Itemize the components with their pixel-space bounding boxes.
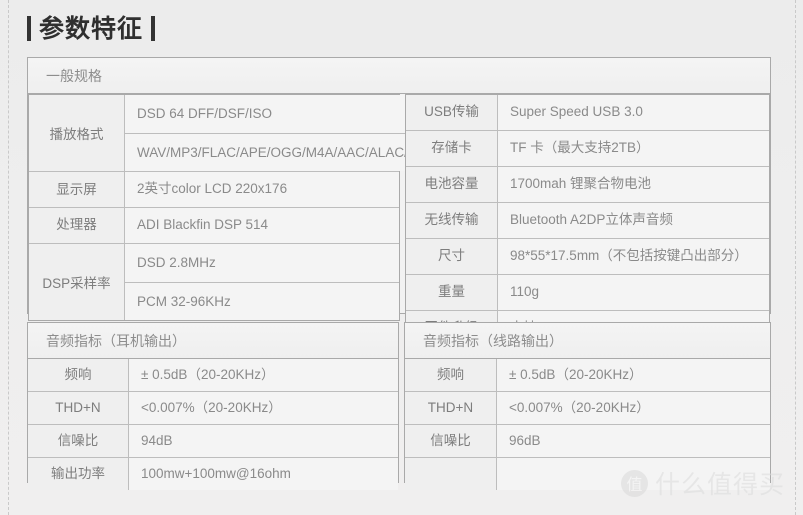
table-row: DSP采样率 DSD 2.8MHz PCM 32-96KHz (29, 244, 399, 321)
row-value: <0.007%（20-20KHz） (129, 392, 398, 424)
row-value: 110g (498, 274, 769, 310)
table-row: USB传输 Super Speed USB 3.0 (406, 95, 769, 131)
title-bar-right (151, 15, 156, 41)
general-spec-block: 一般规格 播放格式 DSD 64 DFF/DSF/ISO WAV/MP3/FLA… (27, 57, 771, 347)
row-label: 尺寸 (406, 238, 498, 274)
row-label: 存储卡 (406, 130, 498, 166)
row-label: 输出功率 (28, 458, 129, 490)
row-value: PCM 32-96KHz (125, 282, 399, 321)
general-right-table: USB传输 Super Speed USB 3.0 存储卡 TF 卡（最大支持2… (405, 94, 770, 347)
row-values: DSD 2.8MHz PCM 32-96KHz (125, 244, 399, 321)
row-label: 播放格式 (29, 95, 125, 172)
row-label: 信噪比 (405, 425, 497, 457)
row-label: 频响 (28, 359, 129, 391)
audio-headphone-table: 频响 ± 0.5dB（20-20KHz） THD+N <0.007%（20-20… (28, 359, 398, 490)
table-row: 显示屏 2英寸color LCD 220x176 (29, 172, 399, 209)
row-label: 重量 (406, 274, 498, 310)
general-left-table: 播放格式 DSD 64 DFF/DSF/ISO WAV/MP3/FLAC/APE… (28, 94, 447, 322)
row-value: <0.007%（20-20KHz） (497, 392, 770, 424)
page-guide-right (795, 0, 796, 515)
table-row: 处理器 ADI Blackfin DSP 514 (29, 208, 399, 245)
row-label (405, 458, 497, 490)
row-value: 96dB (497, 425, 770, 457)
table-row (405, 458, 770, 490)
row-value: DSD 64 DFF/DSF/ISO (125, 95, 447, 134)
row-label: THD+N (405, 392, 497, 424)
row-label: 信噪比 (28, 425, 129, 457)
row-value: 100mw+100mw@16ohm (129, 458, 398, 490)
table-row: 无线传输 Bluetooth A2DP立体声音频 (406, 202, 769, 239)
row-label: 电池容量 (406, 166, 498, 202)
row-value: 2英寸color LCD 220x176 (125, 172, 399, 208)
table-row: 重量 110g (406, 274, 769, 311)
table-row: 信噪比 96dB (405, 425, 770, 458)
table-row: 播放格式 DSD 64 DFF/DSF/ISO WAV/MP3/FLAC/APE… (29, 95, 447, 173)
row-value: Bluetooth A2DP立体声音频 (498, 202, 769, 238)
row-label: USB传输 (406, 95, 498, 130)
table-row: THD+N <0.007%（20-20KHz） (405, 392, 770, 425)
row-label: DSP采样率 (29, 244, 125, 321)
row-values: DSD 64 DFF/DSF/ISO WAV/MP3/FLAC/APE/OGG/… (125, 95, 447, 172)
audio-lineout-block: 音频指标（线路输出） 频响 ± 0.5dB（20-20KHz） THD+N <0… (404, 322, 771, 490)
table-row: THD+N <0.007%（20-20KHz） (28, 392, 398, 425)
row-value: ADI Blackfin DSP 514 (125, 208, 399, 244)
page-title-text: 参数特征 (39, 13, 144, 43)
table-row: 频响 ± 0.5dB（20-20KHz） (28, 359, 398, 392)
row-label: 显示屏 (29, 172, 125, 208)
general-columns: 播放格式 DSD 64 DFF/DSF/ISO WAV/MP3/FLAC/APE… (28, 94, 770, 347)
row-value: WAV/MP3/FLAC/APE/OGG/M4A/AAC/ALAC/CUE (125, 133, 447, 172)
row-value: TF 卡（最大支持2TB） (498, 130, 769, 166)
table-row: 信噪比 94dB (28, 425, 398, 458)
audio-headphone-section-header: 音频指标（耳机输出） (28, 323, 398, 359)
table-row: 存储卡 TF 卡（最大支持2TB） (406, 130, 769, 167)
table-row: 输出功率 100mw+100mw@16ohm (28, 458, 398, 490)
row-value: 94dB (129, 425, 398, 457)
audio-headphone-block: 音频指标（耳机输出） 频响 ± 0.5dB（20-20KHz） THD+N <0… (27, 322, 399, 490)
page-title: 参数特征 (27, 8, 156, 48)
general-right-column: USB传输 Super Speed USB 3.0 存储卡 TF 卡（最大支持2… (405, 94, 770, 347)
row-value: ± 0.5dB（20-20KHz） (129, 359, 398, 391)
row-value: ± 0.5dB（20-20KHz） (497, 359, 770, 391)
table-row: 频响 ± 0.5dB（20-20KHz） (405, 359, 770, 392)
row-value: 1700mah 锂聚合物电池 (498, 166, 769, 202)
audio-lineout-section-header: 音频指标（线路输出） (405, 323, 770, 359)
row-label: 频响 (405, 359, 497, 391)
general-left-column: 播放格式 DSD 64 DFF/DSF/ISO WAV/MP3/FLAC/APE… (28, 94, 447, 322)
general-section-header: 一般规格 (28, 58, 770, 94)
page-guide-left (8, 0, 9, 515)
table-row: 电池容量 1700mah 锂聚合物电池 (406, 166, 769, 203)
row-value: Super Speed USB 3.0 (498, 95, 769, 130)
row-value: DSD 2.8MHz (125, 244, 399, 283)
row-value (497, 458, 770, 490)
row-value: 98*55*17.5mm（不包括按键凸出部分） (498, 238, 769, 274)
row-label: 无线传输 (406, 202, 498, 238)
audio-lineout-table: 频响 ± 0.5dB（20-20KHz） THD+N <0.007%（20-20… (405, 359, 770, 490)
row-label: 处理器 (29, 208, 125, 244)
row-label: THD+N (28, 392, 129, 424)
table-row: 尺寸 98*55*17.5mm（不包括按键凸出部分） (406, 238, 769, 275)
